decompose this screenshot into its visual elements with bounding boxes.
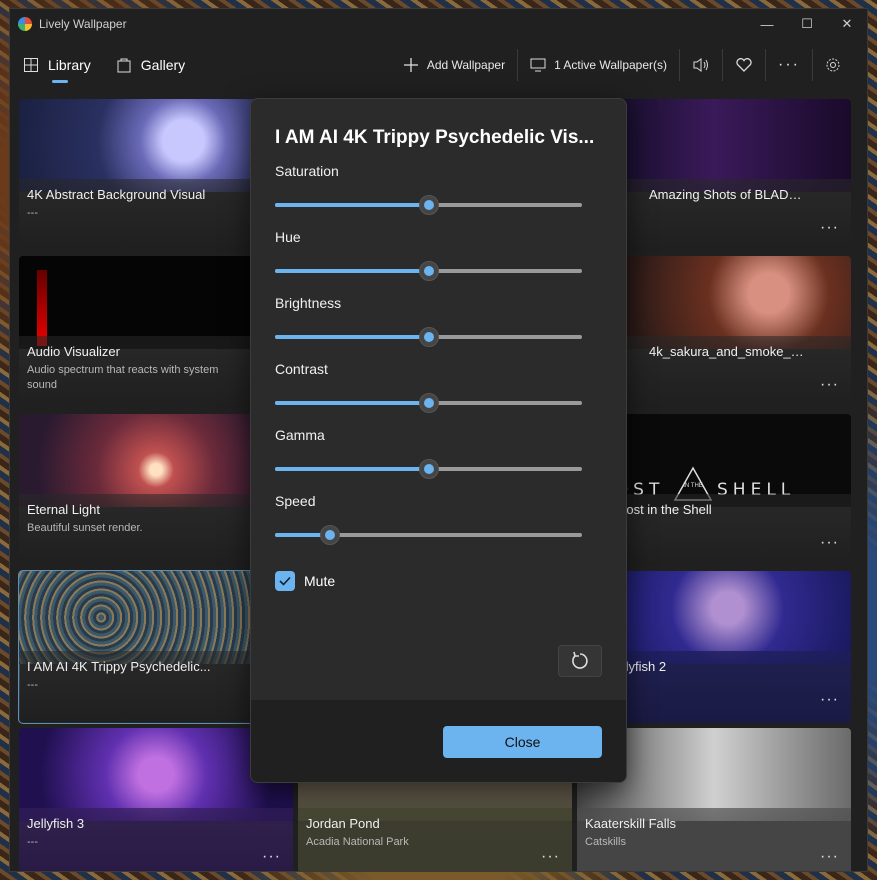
card-title: Jellyfish 3 (27, 816, 85, 831)
slider-block-contrast: Contrast (275, 361, 602, 413)
card-title: 4K Abstract Background Visual (27, 187, 206, 202)
tab-library[interactable]: Library (24, 39, 91, 91)
slider-fill (275, 335, 429, 339)
slider-label: Hue (275, 229, 301, 245)
toolbar: Library Gallery Add Wallpaper 1 Active W… (10, 39, 867, 91)
contrast-slider[interactable] (275, 393, 582, 413)
slider-label: Saturation (275, 163, 339, 179)
dialog-footer: Close (251, 700, 626, 782)
slider-thumb[interactable] (418, 327, 439, 347)
slider-block-brightness: Brightness (275, 295, 602, 347)
gamma-slider[interactable] (275, 459, 582, 479)
card-title: I AM AI 4K Trippy Psychedelic... (27, 659, 211, 674)
maximize-button[interactable]: ☐ (787, 9, 827, 39)
slider-thumb[interactable] (418, 393, 439, 413)
customise-dialog: I AM AI 4K Trippy Psychedelic Vis... Sat… (250, 98, 627, 783)
card-subtitle: --- (27, 679, 38, 691)
plus-icon (403, 58, 418, 72)
volume-button[interactable] (680, 47, 722, 83)
card-subtitle: Beautiful sunset render. (27, 522, 143, 534)
active-wallpapers-button[interactable]: 1 Active Wallpaper(s) (518, 47, 679, 83)
dialog-title: I AM AI 4K Trippy Psychedelic Vis... (275, 127, 595, 148)
card-more-button[interactable]: ··· (820, 848, 839, 866)
slider-block-gamma: Gamma (275, 427, 602, 479)
slider-thumb[interactable] (320, 525, 341, 545)
card-subtitle: --- (27, 836, 38, 848)
card-title: Kaaterskill Falls (585, 816, 677, 831)
minimize-button[interactable]: — (747, 9, 787, 39)
card-more-button[interactable]: ··· (262, 848, 281, 866)
slider-block-speed: Speed (275, 493, 602, 545)
close-window-button[interactable]: ✕ (827, 9, 867, 39)
tab-gallery[interactable]: Gallery (117, 39, 185, 91)
card-title: Eternal Light (27, 502, 100, 517)
ghost-logo-center: IN THE (683, 483, 703, 489)
slider-thumb[interactable] (418, 261, 439, 281)
slider-block-saturation: Saturation (275, 163, 602, 215)
slider-label: Contrast (275, 361, 328, 377)
slider-label: Brightness (275, 295, 342, 311)
close-dialog-button[interactable]: Close (443, 726, 602, 758)
card-subtitle: Audio spectrum that reacts with system s… (27, 364, 219, 391)
card-more-button[interactable]: ··· (541, 848, 560, 866)
spectrum-bar (37, 270, 47, 346)
lively-logo-icon (18, 17, 32, 31)
heart-icon (736, 58, 752, 72)
tab-gallery-label: Gallery (140, 57, 186, 73)
card-subtitle: --- (27, 207, 38, 219)
card-more-button[interactable]: ··· (820, 219, 839, 237)
saturation-slider[interactable] (275, 195, 582, 215)
reset-button[interactable] (558, 645, 602, 677)
reset-icon (572, 651, 588, 669)
card-title: Jordan Pond (306, 816, 380, 831)
add-wallpaper-label: Add Wallpaper (426, 58, 506, 72)
mute-checkbox-row[interactable]: Mute (275, 571, 602, 591)
card-subtitle: Acadia National Park (306, 836, 409, 848)
mute-label: Mute (304, 573, 336, 589)
card-more-button[interactable]: ··· (820, 691, 839, 709)
card-more-button[interactable]: ··· (820, 376, 839, 394)
monitor-icon (530, 58, 546, 72)
slider-fill (275, 269, 429, 273)
gear-icon (826, 58, 840, 72)
grid-icon (24, 58, 38, 72)
mute-checkbox[interactable] (275, 571, 295, 591)
slider-block-hue: Hue (275, 229, 602, 281)
shopping-bag-icon (117, 58, 131, 73)
settings-button[interactable] (813, 47, 853, 83)
slider-thumb[interactable] (418, 459, 439, 479)
active-wallpapers-label: 1 Active Wallpaper(s) (554, 58, 668, 72)
slider-fill (275, 203, 429, 207)
add-wallpaper-button[interactable]: Add Wallpaper (391, 47, 517, 83)
title-bar: Lively Wallpaper — ☐ ✕ (10, 9, 867, 39)
brightness-slider[interactable] (275, 327, 582, 347)
more-options-button[interactable]: ··· (766, 47, 812, 83)
checkmark-icon (279, 576, 291, 586)
card-more-button[interactable]: ··· (820, 534, 839, 552)
card-subtitle: Catskills (585, 836, 626, 848)
hue-slider[interactable] (275, 261, 582, 281)
speaker-icon (693, 58, 709, 72)
slider-list: Saturation Hue Brightness Contrast Gamma Spee… (275, 163, 602, 545)
tab-library-label: Library (48, 57, 91, 73)
card-title: Audio Visualizer (27, 344, 120, 359)
support-button[interactable] (723, 47, 765, 83)
speed-slider[interactable] (275, 525, 582, 545)
slider-fill (275, 467, 429, 471)
slider-label: Gamma (275, 427, 325, 443)
more-icon: ··· (778, 56, 800, 73)
window-title: Lively Wallpaper (39, 17, 127, 31)
slider-thumb[interactable] (418, 195, 439, 215)
slider-fill (275, 401, 429, 405)
slider-label: Speed (275, 493, 316, 509)
